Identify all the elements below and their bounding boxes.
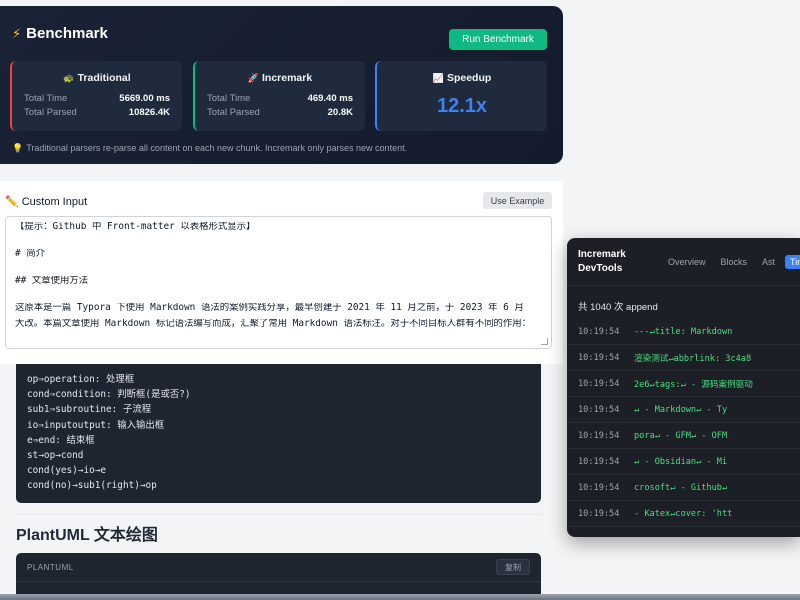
- list-item[interactable]: 10:19:54 ---↵title: Markdown: [567, 319, 800, 345]
- incremark-card: 🚀 Incremark Total Time 469.40 ms Total Pa…: [193, 61, 365, 131]
- custom-input-title: ✏️ Custom Input: [5, 196, 88, 208]
- plantuml-code-block: PLANTUML 复制: [16, 553, 541, 600]
- append-count: 共 1040 次 append: [578, 302, 658, 313]
- flowchart-code-block: op⇒operation: 处理框 cond⇒condition: 判断框(是或…: [16, 364, 541, 503]
- use-example-button[interactable]: Use Example: [483, 192, 552, 209]
- benchmark-panel: ⚡ Benchmark Run Benchmark 🐢 Traditional T…: [0, 6, 563, 164]
- run-benchmark-button[interactable]: Run Benchmark: [449, 29, 547, 50]
- textarea-line: 大改。本篇文章使用 Markdown 标记语法编写而成，汇聚了常用 Markdo…: [15, 319, 532, 329]
- list-item[interactable]: 10:19:54 pora↵ - GFM↵ - OFM: [567, 423, 800, 449]
- speedup-value: 12.1x: [436, 95, 488, 117]
- list-item[interactable]: 10:19:54 crosoft↵ - Github↵: [567, 475, 800, 501]
- incremark-total-parsed: 20.8K: [327, 107, 353, 118]
- incremark-card-title: 🚀 Incremark: [247, 72, 313, 84]
- benchmark-title-text: Benchmark: [26, 25, 108, 42]
- code-line: sub1⇒subroutine: 子流程: [27, 404, 152, 416]
- resize-handle-icon[interactable]: [541, 338, 548, 345]
- incremark-total-parsed-row: Total Parsed 20.8K: [207, 107, 353, 118]
- traditional-total-time-row: Total Time 5669.00 ms: [24, 93, 170, 104]
- tab-time[interactable]: Time: [785, 255, 800, 269]
- rocket-icon: 🚀: [247, 73, 259, 83]
- benchmark-title: ⚡ Benchmark: [12, 25, 108, 42]
- list-item[interactable]: 10:19:54 ↵ - Markdown↵ - Ty: [567, 397, 800, 423]
- speedup-card: 📈 Speedup 12.1x: [375, 61, 547, 131]
- copy-button[interactable]: 复制: [496, 559, 530, 575]
- textarea-line: 这原本是一篇 Typora 下使用 Markdown 语法的案例实践分享，最早创…: [15, 303, 524, 313]
- list-item[interactable]: 10:19:54 ↵ - Obsidian↵ - Mi: [567, 449, 800, 475]
- lightning-icon: ⚡: [12, 25, 22, 41]
- code-line: cond⇒condition: 判断框(是或否?): [27, 389, 191, 401]
- plantuml-heading: PlantUML 文本绘图: [16, 527, 158, 544]
- traditional-total-parsed-row: Total Parsed 10826.4K: [24, 107, 170, 118]
- traditional-total-parsed: 10826.4K: [128, 107, 170, 118]
- lightbulb-icon: 💡: [12, 143, 24, 153]
- list-item[interactable]: 10:19:54 渲染测试↵abbrlink: 3c4a8: [567, 345, 800, 371]
- code-line: cond(yes)→io→e: [27, 465, 107, 477]
- code-line: cond(no)→sub1(right)→op: [27, 480, 157, 492]
- list-item[interactable]: 10:19:54 2e6↵tags:↵ - 源码案例驱动: [567, 371, 800, 397]
- code-language-label: PLANTUML: [27, 563, 74, 572]
- custom-input-textarea[interactable]: 【提示：Github 中 Front-matter 以表格形式显示】 # 简介 …: [5, 216, 552, 349]
- devtools-title: Incremark DevTools: [578, 249, 626, 274]
- section-divider: [16, 514, 541, 515]
- screen-frame-edge: [0, 594, 800, 600]
- textarea-line: # 简介: [15, 249, 46, 259]
- tab-blocks[interactable]: Blocks: [716, 255, 753, 269]
- incremark-total-time: 469.40 ms: [307, 93, 353, 104]
- list-item[interactable]: 10:19:54 - Katex↵cover: 'htt: [567, 501, 800, 527]
- textarea-line: 【提示：Github 中 Front-matter 以表格形式显示】: [15, 222, 256, 232]
- code-line: e⇒end: 结束框: [27, 434, 95, 446]
- tab-overview[interactable]: Overview: [663, 255, 711, 269]
- benchmark-note: 💡 Traditional parsers re-parse all conten…: [12, 143, 408, 153]
- traditional-total-time: 5669.00 ms: [119, 93, 170, 104]
- tab-ast[interactable]: Ast: [757, 255, 780, 269]
- code-line: st→op→cond: [27, 449, 84, 461]
- custom-input-section: ✏️ Custom Input Use Example 【提示：Github 中 …: [0, 181, 563, 364]
- code-line: io⇒inputoutput: 输入输出框: [27, 419, 165, 431]
- pencil-icon: ✏️: [5, 196, 19, 208]
- turtle-icon: 🐢: [63, 73, 75, 83]
- traditional-card-title: 🐢 Traditional: [63, 72, 131, 84]
- append-list: 10:19:54 ---↵title: Markdown 10:19:54 渲染测试…: [567, 319, 800, 527]
- incremark-total-time-row: Total Time 469.40 ms: [207, 93, 353, 104]
- code-line: op⇒operation: 处理框: [27, 374, 135, 385]
- textarea-line: ## 文章使用方法: [15, 276, 89, 286]
- chart-up-icon: 📈: [432, 73, 444, 83]
- devtools-panel: Incremark DevTools Overview Blocks Ast T…: [567, 238, 800, 537]
- devtools-tabs: Overview Blocks Ast Time: [663, 255, 800, 269]
- traditional-card: 🐢 Traditional Total Time 5669.00 ms Total…: [10, 61, 182, 131]
- speedup-card-title: 📈 Speedup: [432, 72, 492, 84]
